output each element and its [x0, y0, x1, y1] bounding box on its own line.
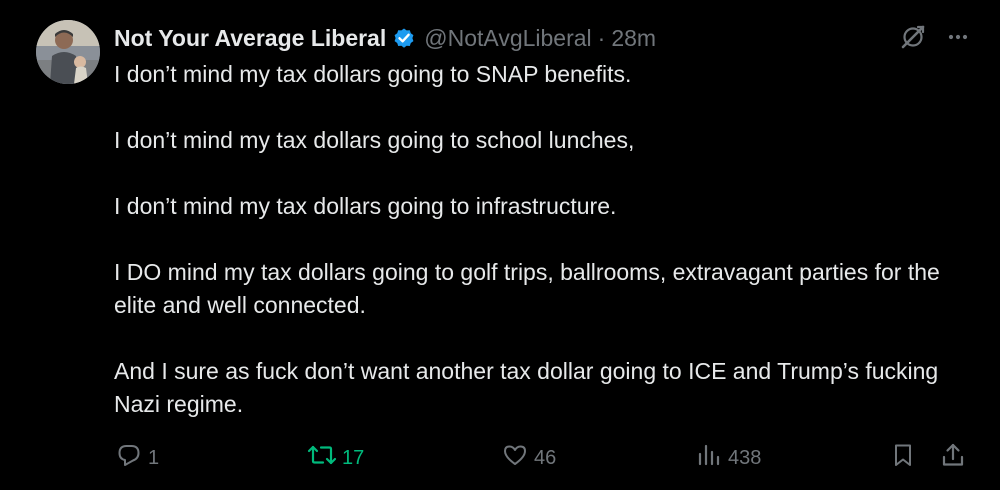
- avatar[interactable]: [36, 20, 100, 84]
- avatar-image: [36, 20, 100, 84]
- tweet-paragraph: I don’t mind my tax dollars going to SNA…: [114, 61, 632, 87]
- retweet-button[interactable]: 17: [307, 438, 365, 478]
- bookmark-icon: [890, 442, 916, 474]
- retweet-count: 17: [342, 446, 365, 469]
- reply-button[interactable]: 1: [116, 438, 159, 478]
- views-button[interactable]: 438: [696, 438, 761, 478]
- retweet-icon: [307, 442, 337, 474]
- separator-dot: ·: [597, 24, 606, 51]
- tweet-paragraph: I don’t mind my tax dollars going to inf…: [114, 193, 617, 219]
- tweet-paragraph: And I sure as fuck don’t want another ta…: [114, 358, 939, 417]
- share-icon: [940, 442, 966, 474]
- reply-count: 1: [148, 446, 160, 469]
- reply-icon: [116, 442, 142, 474]
- views-count: 438: [728, 446, 762, 469]
- like-button[interactable]: 46: [502, 438, 556, 478]
- bookmark-button[interactable]: [890, 438, 916, 478]
- tweet-paragraph: I DO mind my tax dollars going to golf t…: [114, 259, 940, 318]
- heart-icon: [502, 442, 528, 474]
- views-icon: [696, 442, 722, 474]
- top-actions: [900, 24, 970, 50]
- tweet-text: I don’t mind my tax dollars going to SNA…: [114, 58, 974, 421]
- action-bar: 1 17 46 438: [0, 438, 1000, 478]
- verified-badge-icon[interactable]: [392, 26, 416, 50]
- tweet-paragraph: I don’t mind my tax dollars going to sch…: [114, 127, 635, 153]
- timestamp[interactable]: 28m: [611, 25, 656, 52]
- grok-icon[interactable]: [900, 24, 926, 50]
- tweet[interactable]: Not Your Average Liberal @NotAvgLiberal …: [0, 0, 1000, 490]
- share-button[interactable]: [940, 438, 966, 478]
- like-count: 46: [534, 446, 557, 469]
- author-handle[interactable]: @NotAvgLiberal: [424, 25, 591, 52]
- tweet-header: Not Your Average Liberal @NotAvgLiberal …: [114, 22, 656, 54]
- more-icon[interactable]: [946, 25, 970, 49]
- display-name[interactable]: Not Your Average Liberal: [114, 25, 386, 52]
